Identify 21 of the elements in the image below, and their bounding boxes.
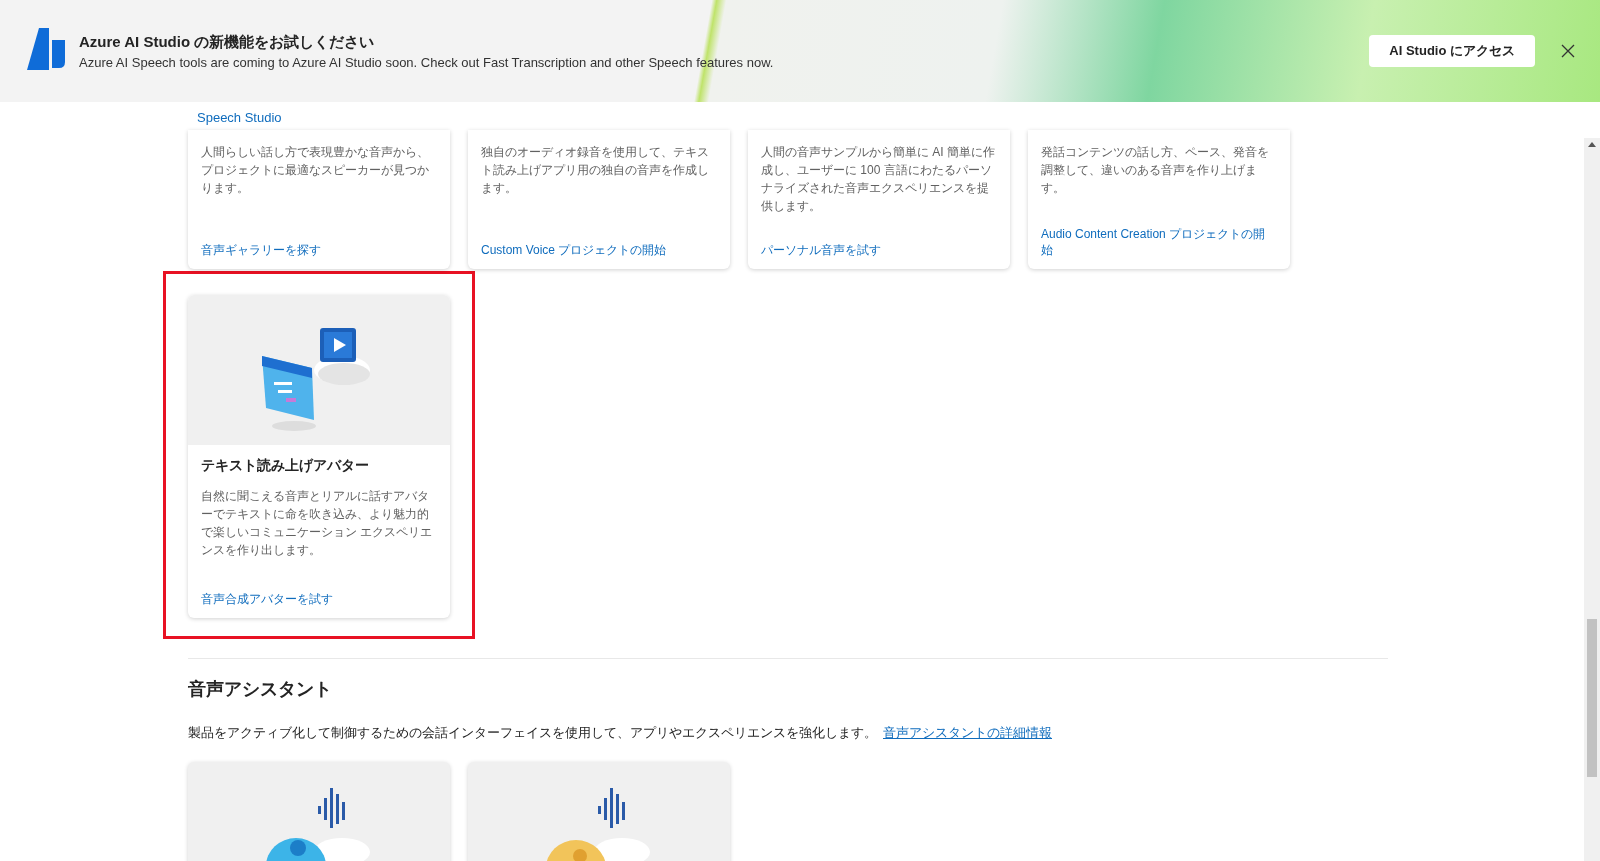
access-button[interactable]: AI Studio にアクセス [1369,35,1535,67]
details-link[interactable]: 音声アシスタントの詳細情報 [883,725,1052,740]
card-link[interactable]: Audio Content Creation プロジェクトの開始 [1041,226,1277,258]
card-description: 発話コンテンツの話し方、ペース、発音を調整して、違いのある音声を作り上げます。 [1041,144,1270,197]
card-title: テキスト読み上げアバター [201,457,370,475]
card-link[interactable]: パーソナル音声を試す [761,242,997,258]
scroll-up-icon[interactable] [1588,142,1596,147]
card-link[interactable]: Custom Voice プロジェクトの開始 [481,242,717,258]
card-description: 独自のオーディオ録音を使用して、テキスト読み上げアプリ用の独自の音声を作成します。 [481,144,710,197]
card-description: 人間らしい話し方で表現豊かな音声から、プロジェクトに最適なスピーカーが見つかります。 [201,144,430,197]
section-heading: 音声アシスタント [188,678,333,701]
scrollbar-thumb[interactable] [1587,619,1597,777]
breadcrumb-link[interactable]: Speech Studio [188,102,1584,130]
card-description: 自然に聞こえる音声とリアルに話すアバターでテキストに命を吹き込み、より魅力的で楽しいコミュニケーション エクスペリエンスを作り出します。 [201,488,434,559]
section-description: 製品をアクティブ化して制御するための会話インターフェイスを使用して、アプリやエクスペリエンスを強化します。 音声アシスタントの詳細情報 [188,724,1053,742]
card-link[interactable]: 音声ギャラリーを探す [201,242,437,258]
card-link[interactable]: 音声合成アバターを試す [201,591,437,607]
banner-title: Azure AI Studio の新機能をお試しください [79,32,376,52]
scrollbar[interactable] [1584,138,1600,861]
close-icon[interactable] [1561,44,1575,58]
card-description: 人間の音声サンプルから簡単に AI 簡単に作成し、ユーザーに 100 言語にわたるパーソナライズされた音声エクスペリエンスを提供します。 [761,144,996,215]
